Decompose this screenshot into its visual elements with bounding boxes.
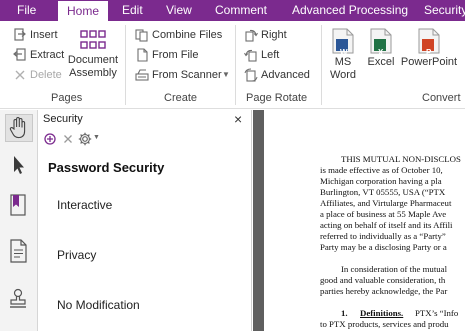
convert-group-label: Convert bbox=[422, 92, 461, 104]
from-file-label: From File bbox=[152, 49, 199, 61]
document-assembly-grid-icon bbox=[80, 30, 106, 49]
doc-line: Michigan corporation having a pla bbox=[320, 176, 442, 186]
remove-icon[interactable] bbox=[63, 134, 73, 144]
doc-line: THIS MUTUAL NON-DISCLOS bbox=[341, 154, 461, 164]
doc-line: In consideration of the mutual bbox=[341, 264, 448, 274]
doc-line: is made effective as of October 10, bbox=[320, 165, 443, 175]
doc-line: Affiliates, and Virtularge Pharmaceut bbox=[320, 198, 452, 208]
doc-line: a place of business at 55 Maple Ave bbox=[320, 209, 447, 219]
permission-item-privacy[interactable]: Privacy bbox=[57, 248, 96, 262]
doc-line: Party may be a disclosing Party or a bbox=[320, 242, 447, 252]
stamp-icon bbox=[10, 288, 26, 308]
bookmark-panel-button[interactable] bbox=[5, 192, 33, 220]
stamp-tool-button[interactable] bbox=[5, 286, 33, 314]
doc-line: good and valuable consideration, th bbox=[320, 275, 446, 285]
hand-tool-button[interactable] bbox=[5, 114, 33, 142]
extract-pages-icon bbox=[13, 48, 26, 61]
combine-files-icon bbox=[135, 29, 148, 42]
bookmark-icon bbox=[10, 194, 26, 216]
menu-tab-home[interactable]: Home bbox=[58, 1, 109, 21]
gear-icon[interactable] bbox=[78, 132, 92, 146]
add-icon[interactable] bbox=[44, 133, 56, 145]
ms-word-label-line1: MS bbox=[334, 56, 352, 68]
cursor-arrow-icon bbox=[14, 156, 24, 174]
left-tool-strip bbox=[0, 110, 38, 331]
advanced-rotate-label: Advanced bbox=[261, 69, 310, 81]
document-assembly-button[interactable]: Document Assembly bbox=[66, 30, 120, 80]
ppt-icon-letter: P bbox=[426, 48, 432, 57]
permission-item-interactive[interactable]: Interactive bbox=[57, 198, 112, 212]
document-viewer[interactable]: THIS MUTUAL NON-DISCLOS is made effectiv… bbox=[253, 110, 465, 331]
rotate-left-label: Left bbox=[261, 49, 280, 61]
ribbon: Insert Extract Delete Document Assembly … bbox=[0, 21, 465, 109]
from-scanner-label: From Scanner bbox=[152, 69, 222, 81]
rotate-left-icon bbox=[244, 49, 257, 62]
pages-group-label: Pages bbox=[51, 92, 83, 104]
page-rotate-group-label: Page Rotate bbox=[246, 92, 308, 104]
document-assembly-label-line2: Assembly bbox=[69, 67, 117, 79]
menu-bar: File Home Edit View Comment Advanced Pro… bbox=[0, 0, 465, 21]
panel-title: Security bbox=[43, 113, 83, 125]
excel-icon-letter: X bbox=[378, 48, 384, 57]
menu-tab-view[interactable]: View bbox=[166, 0, 192, 21]
security-panel: Security × ▼ Password Security Interacti… bbox=[38, 110, 252, 331]
document-assembly-label-line1: Document bbox=[67, 54, 119, 66]
menu-tab-comment[interactable]: Comment bbox=[215, 0, 267, 21]
group-separator bbox=[235, 25, 236, 105]
menu-tab-security[interactable]: Security bbox=[424, 0, 465, 21]
menu-tab-advanced-processing[interactable]: Advanced Processing bbox=[292, 0, 408, 21]
document-page: THIS MUTUAL NON-DISCLOS is made effectiv… bbox=[264, 110, 465, 331]
from-scanner-dropdown-arrow-icon[interactable]: ▼ bbox=[222, 67, 230, 83]
gear-dropdown-arrow-icon[interactable]: ▼ bbox=[93, 134, 100, 141]
excel-label: Excel bbox=[367, 56, 395, 68]
doc-line: referred to individually as a “Party” bbox=[320, 231, 446, 241]
doc-section-number: 1. bbox=[341, 308, 348, 318]
combine-files-label: Combine Files bbox=[152, 29, 223, 41]
doc-line: parties hereby acknowledge, the Par bbox=[320, 286, 448, 296]
group-separator bbox=[321, 25, 322, 105]
scanner-icon bbox=[135, 69, 149, 81]
convert-ms-word-button[interactable]: W MS Word bbox=[326, 28, 360, 82]
extract-label: Extract bbox=[30, 49, 65, 61]
doc-line: PTX’s “Info bbox=[415, 308, 459, 318]
insert-pages-icon bbox=[14, 28, 26, 41]
doc-definitions-heading: Definitions. bbox=[360, 308, 404, 318]
from-file-icon bbox=[137, 48, 148, 62]
delete-x-icon bbox=[15, 70, 25, 80]
password-security-heading: Password Security bbox=[48, 160, 165, 175]
doc-line: acting on behalf of itself and its Affil… bbox=[320, 220, 453, 230]
menu-tab-edit[interactable]: Edit bbox=[122, 0, 143, 21]
page-thumbnail-icon bbox=[10, 239, 27, 263]
hand-tool-icon bbox=[9, 116, 26, 139]
rotate-right-label: Right bbox=[261, 29, 287, 41]
rotate-right-icon bbox=[245, 29, 258, 42]
group-separator bbox=[125, 25, 126, 105]
menu-tab-file[interactable]: File bbox=[17, 0, 36, 21]
doc-line: Burlington, VT 05555, USA (“PTX bbox=[320, 187, 446, 197]
delete-label: Delete bbox=[30, 69, 62, 81]
insert-label: Insert bbox=[30, 29, 58, 41]
doc-line: to PTX products, services and produ bbox=[320, 319, 449, 329]
create-group-label: Create bbox=[164, 92, 198, 104]
page-thumbnails-button[interactable] bbox=[5, 238, 33, 266]
powerpoint-label: PowerPoint bbox=[400, 56, 458, 68]
advanced-rotate-icon bbox=[244, 68, 258, 82]
convert-powerpoint-button[interactable]: P PowerPoint bbox=[399, 28, 459, 69]
convert-excel-button[interactable]: X Excel bbox=[364, 28, 398, 69]
close-icon[interactable]: × bbox=[234, 111, 242, 127]
select-tool-button[interactable] bbox=[5, 152, 33, 180]
word-icon-letter: W bbox=[340, 48, 348, 57]
permission-item-no-modification[interactable]: No Modification bbox=[57, 298, 140, 312]
ms-word-label-line2: Word bbox=[329, 69, 357, 81]
